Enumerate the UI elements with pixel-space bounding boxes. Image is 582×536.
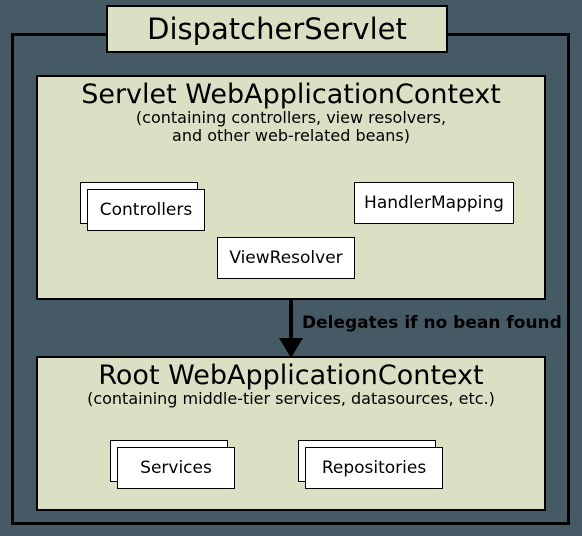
delegates-arrow-head bbox=[279, 338, 303, 358]
servlet-context-subtitle-line1: (containing controllers, view resolvers, bbox=[38, 108, 544, 128]
root-context-subtitle: (containing middle-tier services, dataso… bbox=[38, 389, 544, 409]
root-webapplicationcontext-box: Root WebApplicationContext (containing m… bbox=[36, 356, 546, 511]
repositories-component: Repositories bbox=[305, 447, 443, 489]
view-resolver-component: ViewResolver bbox=[217, 237, 355, 279]
dispatcher-servlet-title: DispatcherServlet bbox=[147, 12, 407, 46]
handler-mapping-component: HandlerMapping bbox=[354, 182, 514, 224]
diagram-canvas: DispatcherServlet Servlet WebApplication… bbox=[0, 0, 582, 536]
dispatcher-servlet-title-box: DispatcherServlet bbox=[106, 5, 448, 53]
services-component: Services bbox=[117, 447, 235, 489]
servlet-context-subtitle-line2: and other web-related beans) bbox=[38, 126, 544, 146]
servlet-webapplicationcontext-box: Servlet WebApplicationContext (containin… bbox=[36, 75, 546, 300]
controllers-component: Controllers bbox=[87, 189, 205, 231]
root-context-heading: Root WebApplicationContext bbox=[38, 360, 544, 391]
delegates-arrow-label: Delegates if no bean found bbox=[302, 313, 562, 333]
servlet-context-heading: Servlet WebApplicationContext bbox=[38, 79, 544, 110]
delegates-arrow-line bbox=[289, 300, 293, 342]
